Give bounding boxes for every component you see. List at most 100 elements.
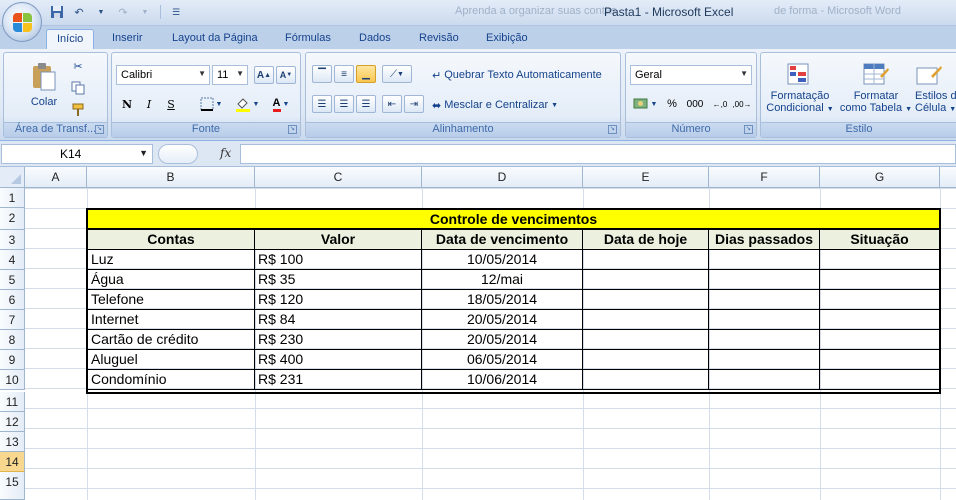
sheet-title[interactable]: Controle de vencimentos	[86, 208, 941, 230]
insert-function-button[interactable]: fx	[220, 146, 231, 160]
header-dias-passados[interactable]: Dias passados	[709, 230, 820, 250]
cell-data-hoje[interactable]	[583, 330, 709, 350]
clipboard-launcher-icon[interactable]: ↘	[95, 125, 104, 134]
redo-dropdown-icon[interactable]: ▼	[136, 4, 154, 20]
borders-button[interactable]: ▼	[196, 95, 226, 113]
cell-data-vencimento[interactable]: 18/05/2014	[422, 290, 583, 310]
row-header-3[interactable]: 3	[0, 230, 25, 250]
cell-valor[interactable]: R$ 120	[255, 290, 422, 310]
row-header-7[interactable]: 7	[0, 310, 25, 330]
currency-button[interactable]: ▼	[630, 95, 660, 113]
cell-dias-passados[interactable]	[709, 350, 820, 370]
increase-indent-icon[interactable]: ⇥	[404, 95, 424, 113]
header-valor[interactable]: Valor	[255, 230, 422, 250]
cell-conta[interactable]: Água	[86, 270, 255, 290]
formula-input[interactable]	[240, 144, 956, 164]
cell-situacao[interactable]	[820, 250, 941, 270]
cell-data-vencimento[interactable]: 10/05/2014	[422, 250, 583, 270]
row-header-15[interactable]: 15	[0, 472, 25, 500]
number-launcher-icon[interactable]: ↘	[744, 125, 753, 134]
font-name-select[interactable]: Calibri ▼	[116, 65, 210, 85]
fill-color-button[interactable]: ▼	[232, 95, 262, 113]
decrease-indent-icon[interactable]: ⇤	[382, 95, 402, 113]
cell-valor[interactable]: R$ 84	[255, 310, 422, 330]
decrease-decimal-icon[interactable]: ,00→	[732, 95, 752, 113]
row-header-1[interactable]: 1	[0, 188, 25, 208]
row-header-8[interactable]: 8	[0, 330, 25, 350]
header-contas[interactable]: Contas	[86, 230, 255, 250]
row-header-12[interactable]: 12	[0, 412, 25, 432]
cell-data-vencimento[interactable]: 12/mai	[422, 270, 583, 290]
row-header-11[interactable]: 11	[0, 392, 25, 412]
cell-dias-passados[interactable]	[709, 270, 820, 290]
merge-center-button[interactable]: ⬌ Mesclar e Centralizar ▼	[432, 96, 558, 114]
underline-button[interactable]: S	[162, 95, 180, 113]
cell-conta[interactable]: Cartão de crédito	[86, 330, 255, 350]
align-center-icon[interactable]: ☰	[334, 95, 354, 113]
cell-dias-passados[interactable]	[709, 250, 820, 270]
grow-font-icon[interactable]: A ▲	[254, 66, 274, 84]
cell-conta[interactable]: Aluguel	[86, 350, 255, 370]
row-header-14[interactable]: 14	[0, 452, 25, 472]
cell-data-hoje[interactable]	[583, 350, 709, 370]
column-header-d[interactable]: D	[422, 167, 583, 188]
cell-situacao[interactable]	[820, 310, 941, 330]
tab-dados[interactable]: Dados	[349, 29, 401, 49]
orientation-icon[interactable]: ⟋ ▼	[382, 65, 412, 83]
column-header-a[interactable]: A	[25, 167, 87, 188]
cell-situacao[interactable]	[820, 350, 941, 370]
cell-data-vencimento[interactable]: 10/06/2014	[422, 370, 583, 390]
cut-icon[interactable]: ✂	[68, 57, 88, 75]
row-header-5[interactable]: 5	[0, 270, 25, 290]
format-as-table-button[interactable]: Formatar como Tabela ▼	[839, 55, 913, 121]
font-color-button[interactable]: A ▼	[266, 95, 296, 113]
paste-button[interactable]: Colar	[24, 57, 64, 113]
font-size-select[interactable]: 11 ▼	[212, 65, 248, 85]
tab-exibicao[interactable]: Exibição	[476, 29, 538, 49]
cell-valor[interactable]: R$ 100	[255, 250, 422, 270]
cell-situacao[interactable]	[820, 290, 941, 310]
cell-conta[interactable]: Condomínio	[86, 370, 255, 390]
cell-dias-passados[interactable]	[709, 330, 820, 350]
column-header-f[interactable]: F	[709, 167, 820, 188]
copy-icon[interactable]	[68, 79, 88, 97]
cell-situacao[interactable]	[820, 270, 941, 290]
row-header-2[interactable]: 2	[0, 208, 25, 230]
cell-data-vencimento[interactable]: 20/05/2014	[422, 330, 583, 350]
undo-icon[interactable]: ↶	[70, 4, 88, 20]
cell-data-hoje[interactable]	[583, 250, 709, 270]
cell-conta[interactable]: Internet	[86, 310, 255, 330]
row-header-10[interactable]: 10	[0, 370, 25, 390]
cell-data-vencimento[interactable]: 20/05/2014	[422, 310, 583, 330]
header-data-hoje[interactable]: Data de hoje	[583, 230, 709, 250]
tab-inserir[interactable]: Inserir	[102, 29, 153, 49]
wrap-text-button[interactable]: ↵ Quebrar Texto Automaticamente	[432, 66, 602, 84]
cell-conta[interactable]: Luz	[86, 250, 255, 270]
row-header-13[interactable]: 13	[0, 432, 25, 452]
cell-data-hoje[interactable]	[583, 370, 709, 390]
select-all-button[interactable]	[0, 167, 25, 188]
align-bottom-icon[interactable]: ▁	[356, 65, 376, 83]
cell-valor[interactable]: R$ 35	[255, 270, 422, 290]
conditional-formatting-button[interactable]: Formatação Condicional ▼	[765, 55, 835, 121]
cell-dias-passados[interactable]	[709, 290, 820, 310]
undo-dropdown-icon[interactable]: ▼	[92, 4, 110, 20]
align-left-icon[interactable]: ☰	[312, 95, 332, 113]
align-top-icon[interactable]: ▔	[312, 65, 332, 83]
percent-button[interactable]: %	[664, 95, 680, 113]
cell-situacao[interactable]	[820, 370, 941, 390]
cell-dias-passados[interactable]	[709, 370, 820, 390]
cell-data-hoje[interactable]	[583, 310, 709, 330]
name-box[interactable]: K14 ▼	[1, 144, 153, 164]
header-data-vencimento[interactable]: Data de vencimento	[422, 230, 583, 250]
column-header-h[interactable]	[940, 167, 956, 188]
shrink-font-icon[interactable]: A ▼	[276, 66, 296, 84]
thousands-button[interactable]: 000	[684, 95, 706, 113]
alignment-launcher-icon[interactable]: ↘	[608, 125, 617, 134]
number-format-select[interactable]: Geral ▼	[630, 65, 752, 85]
cell-data-hoje[interactable]	[583, 270, 709, 290]
align-right-icon[interactable]: ☰	[356, 95, 376, 113]
header-situacao[interactable]: Situação	[820, 230, 941, 250]
cell-data-vencimento[interactable]: 06/05/2014	[422, 350, 583, 370]
column-header-b[interactable]: B	[87, 167, 255, 188]
